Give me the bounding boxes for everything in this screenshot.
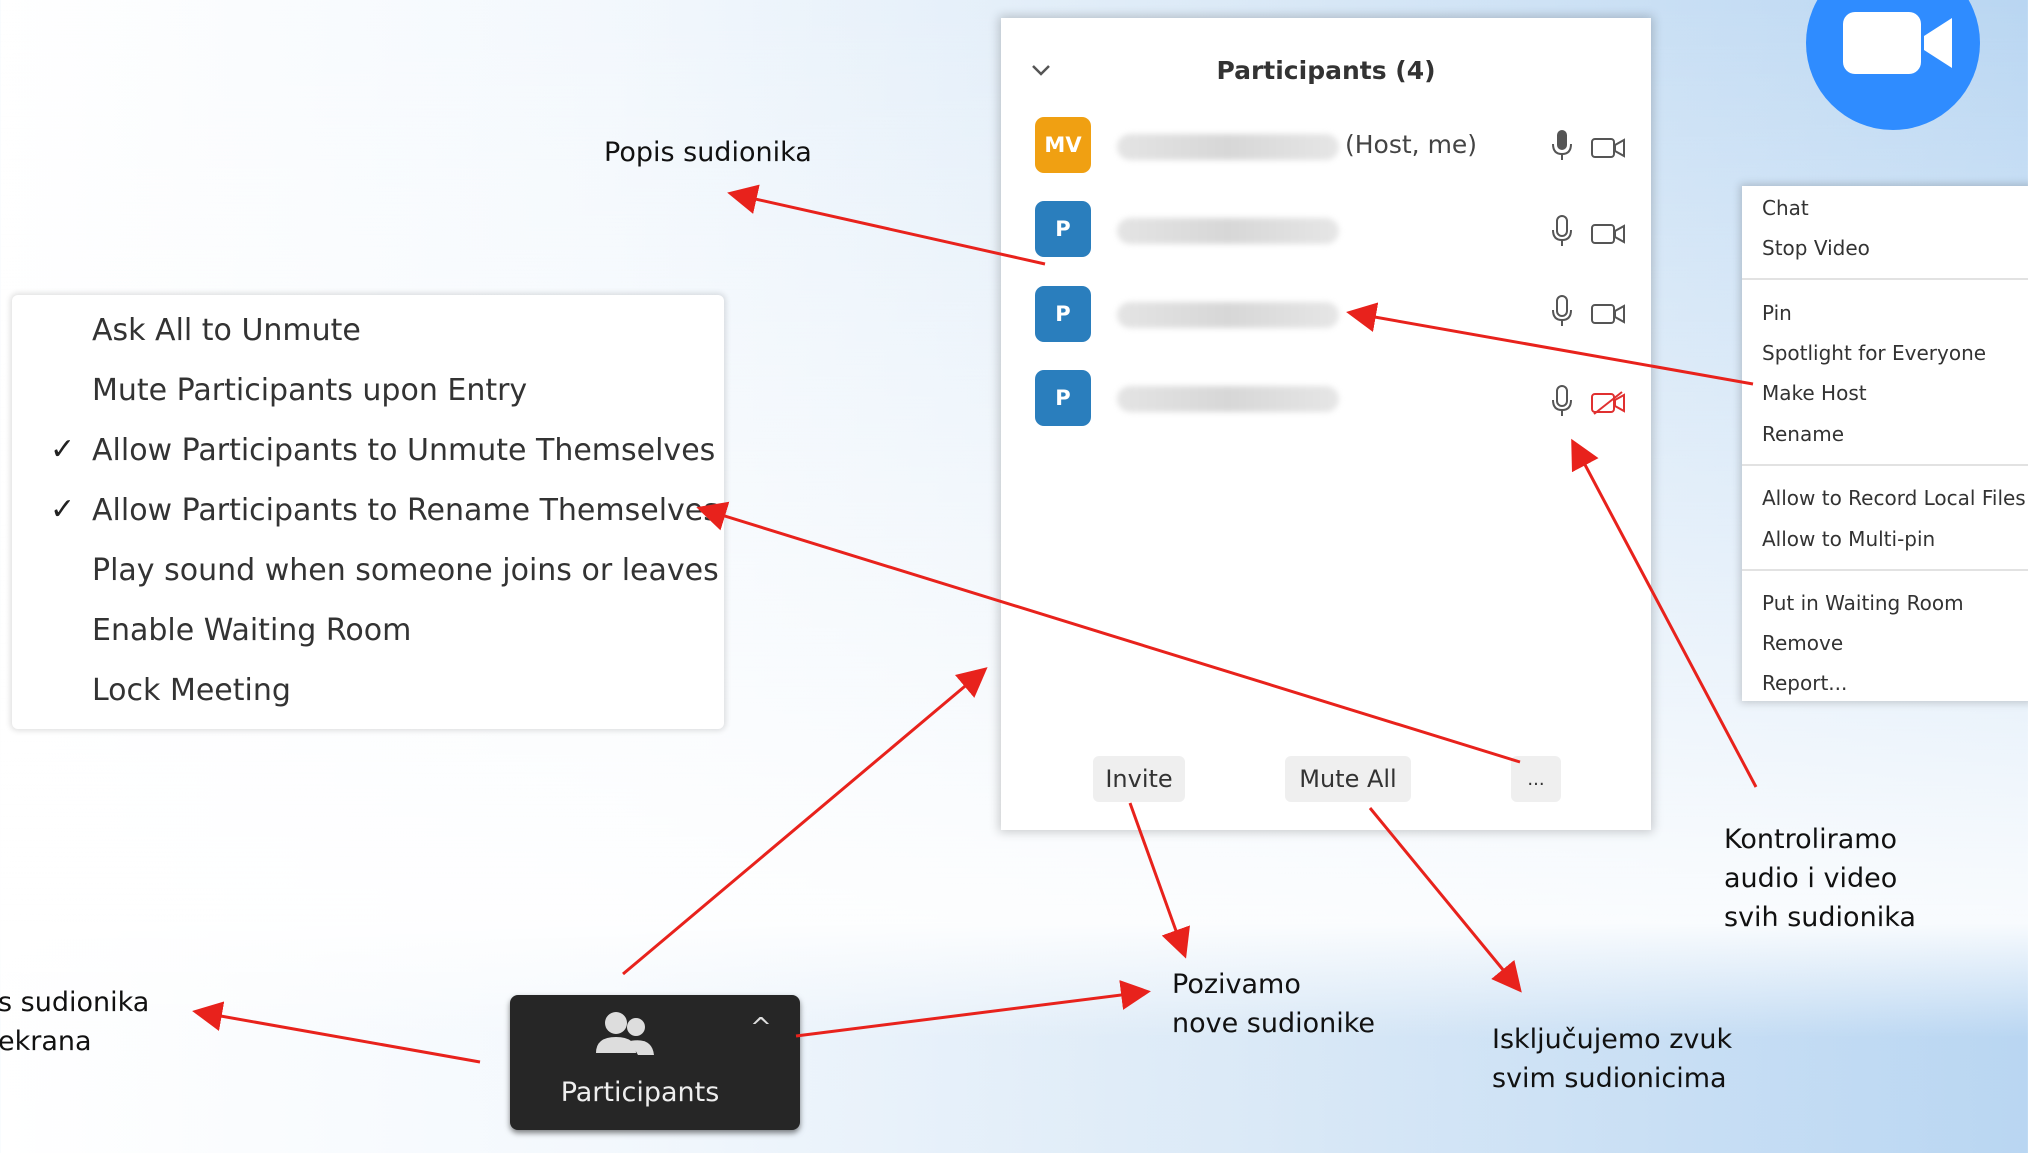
arrow-mute-all — [1368, 807, 1522, 993]
arrow-kontrola — [1571, 438, 1758, 788]
arrow-make-host — [1346, 302, 1754, 386]
annotation-arrows — [192, 184, 1758, 1064]
arrow-pozivamo — [795, 980, 1151, 1038]
arrow-popis — [727, 184, 1046, 266]
arrow-panel — [622, 667, 988, 976]
arrow-left — [192, 1001, 481, 1064]
arrow-invite — [1128, 802, 1190, 959]
arrow-options — [696, 501, 1521, 764]
